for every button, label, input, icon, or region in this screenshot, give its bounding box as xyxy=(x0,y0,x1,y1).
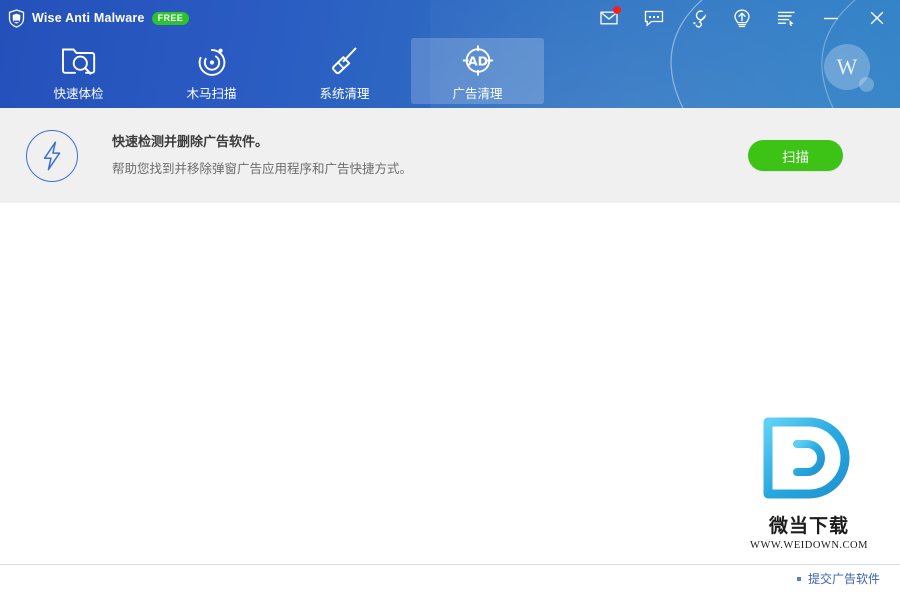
banner-subtitle: 帮助您找到并移除弹窗广告应用程序和广告快捷方式。 xyxy=(112,161,413,176)
folder-search-icon xyxy=(59,41,99,81)
minimize-icon xyxy=(824,17,838,20)
bullet-square-icon xyxy=(796,576,801,581)
tab-label: 木马扫描 xyxy=(186,86,237,101)
upgrade-button[interactable] xyxy=(720,0,764,36)
tab-label: 广告清理 xyxy=(452,86,503,101)
radar-scan-icon xyxy=(193,41,231,81)
close-icon xyxy=(870,11,884,25)
notification-dot xyxy=(613,6,621,14)
chat-bubble-icon xyxy=(644,10,664,27)
weidown-d-logo-icon xyxy=(763,417,850,499)
menu-button[interactable] xyxy=(764,0,808,36)
avatar[interactable]: W xyxy=(824,44,874,94)
tab-trojan-scan[interactable]: 木马扫描 xyxy=(145,38,278,104)
watermark: 微当下载 WWW.WEIDOWN.COM xyxy=(744,414,874,551)
brand-area: Wise Anti Malware FREE xyxy=(8,0,190,36)
tab-ad-clean[interactable]: AD 广告清理 xyxy=(411,38,544,104)
footer-link-area: 提交广告软件 xyxy=(796,570,880,587)
ad-target-icon: AD xyxy=(458,41,498,81)
app-window: Wise Anti Malware FREE 快速体检 木马扫描 系统清理 AD… xyxy=(0,0,900,595)
broom-icon xyxy=(326,41,364,81)
avatar-initial: W xyxy=(824,44,870,90)
tab-system-clean[interactable]: 系统清理 xyxy=(278,38,411,104)
wrench-icon xyxy=(692,9,706,28)
chat-button[interactable] xyxy=(632,0,676,36)
footer-divider xyxy=(0,564,900,565)
watermark-site-url: WWW.WEIDOWN.COM xyxy=(750,540,868,551)
tools-button[interactable] xyxy=(676,0,720,36)
menu-list-icon xyxy=(777,11,795,26)
svg-text:AD: AD xyxy=(467,53,487,68)
edition-badge: FREE xyxy=(151,11,190,25)
tab-label: 快速体检 xyxy=(53,86,104,101)
lightning-bolt-icon xyxy=(26,130,78,182)
scan-button[interactable]: 扫描 xyxy=(748,140,843,171)
main-nav-tabs: 快速体检 木马扫描 系统清理 AD 广告清理 xyxy=(0,38,544,106)
app-header: Wise Anti Malware FREE 快速体检 木马扫描 系统清理 AD… xyxy=(0,0,900,108)
shield-icon xyxy=(8,8,25,28)
tab-label: 系统清理 xyxy=(319,86,370,101)
watermark-site-name: 微当下载 xyxy=(768,515,849,537)
upgrade-arrow-icon xyxy=(734,9,750,27)
titlebar-buttons xyxy=(588,0,900,36)
banner-title: 快速检测并删除广告软件。 xyxy=(112,135,269,150)
main-content-area: 微当下载 WWW.WEIDOWN.COM xyxy=(0,203,900,595)
app-title: Wise Anti Malware xyxy=(32,11,145,25)
close-button[interactable] xyxy=(854,0,900,36)
submit-adware-link[interactable]: 提交广告软件 xyxy=(808,570,880,587)
tab-quick-check[interactable]: 快速体检 xyxy=(12,38,145,104)
minimize-button[interactable] xyxy=(808,0,854,36)
feedback-mail-button[interactable] xyxy=(588,0,632,36)
banner-text-block: 快速检测并删除广告软件。 帮助您找到并移除弹窗广告应用程序和广告快捷方式。 xyxy=(112,132,412,178)
title-bar: Wise Anti Malware FREE xyxy=(0,0,900,36)
